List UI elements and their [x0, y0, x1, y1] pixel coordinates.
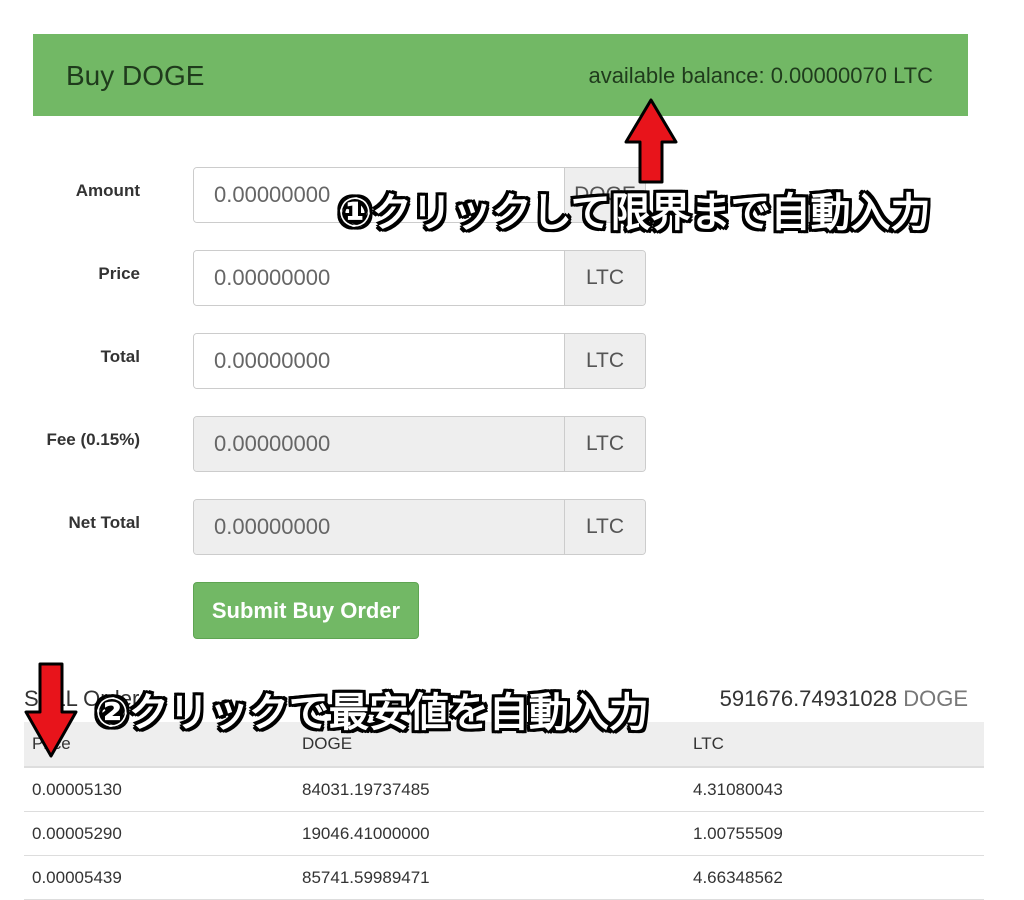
table-row[interactable]: 0.00005439 85741.59989471 4.66348562	[24, 855, 984, 900]
sell-total-unit: DOGE	[903, 686, 968, 711]
down-arrow-annotation-icon	[24, 662, 78, 758]
net-total-unit: LTC	[564, 500, 645, 554]
balance-label: available balance:	[588, 63, 771, 88]
sell-total-value: 591676.74931028	[719, 686, 898, 711]
total-label: Total	[100, 347, 140, 366]
up-arrow-annotation-icon	[624, 98, 678, 184]
panel-title: Buy DOGE	[66, 60, 205, 91]
total-input[interactable]	[194, 334, 564, 388]
price-label: Price	[98, 264, 140, 283]
sell-orders-table: Price DOGE LTC 0.00005130 84031.19737485…	[24, 722, 984, 900]
order-doge: 84031.19737485	[294, 767, 685, 812]
annotation-click-autofill-lowest: ②クリックで最安値を自動入力	[95, 690, 649, 736]
order-price: 0.00005130	[24, 767, 294, 812]
table-row[interactable]: 0.00005290 19046.41000000 1.00755509	[24, 811, 984, 856]
page: Buy DOGE available balance: 0.00000070 L…	[0, 0, 1024, 900]
net-total-input-group: LTC	[193, 499, 646, 555]
net-total-input	[194, 500, 564, 554]
order-price: 0.00005439	[24, 855, 294, 900]
buy-panel-header: Buy DOGE available balance: 0.00000070 L…	[33, 34, 968, 116]
net-total-label: Net Total	[68, 513, 140, 532]
column-header-ltc: LTC	[685, 722, 984, 768]
total-unit: LTC	[564, 334, 645, 388]
submit-buy-order-button[interactable]: Submit Buy Order	[193, 582, 419, 639]
price-input-group: LTC	[193, 250, 646, 306]
price-input[interactable]	[194, 251, 564, 305]
price-unit: LTC	[564, 251, 645, 305]
fee-row: Fee (0.15%) LTC	[0, 416, 660, 474]
fee-label: Fee (0.15%)	[46, 430, 140, 449]
order-ltc: 4.66348562	[685, 855, 984, 900]
price-row: Price LTC	[0, 250, 660, 308]
order-price: 0.00005290	[24, 811, 294, 856]
total-row: Total LTC	[0, 333, 660, 391]
table-row[interactable]: 0.00005130 84031.19737485 4.31080043	[24, 767, 984, 812]
fee-input-group: LTC	[193, 416, 646, 472]
annotation-click-autofill-max: ①クリックして限界まで自動入力	[338, 190, 931, 236]
total-input-group: LTC	[193, 333, 646, 389]
net-total-row: Net Total LTC	[0, 499, 660, 557]
amount-label: Amount	[75, 181, 140, 200]
sell-orders-total: 591676.74931028 DOGE	[720, 686, 968, 712]
balance-unit: LTC	[893, 63, 933, 88]
order-doge: 85741.59989471	[294, 855, 685, 900]
order-ltc: 4.31080043	[685, 767, 984, 812]
fee-unit: LTC	[564, 417, 645, 471]
order-ltc: 1.00755509	[685, 811, 984, 856]
available-balance[interactable]: available balance: 0.00000070 LTC	[588, 63, 933, 89]
order-doge: 19046.41000000	[294, 811, 685, 856]
fee-input	[194, 417, 564, 471]
balance-value: 0.00000070	[770, 63, 887, 88]
